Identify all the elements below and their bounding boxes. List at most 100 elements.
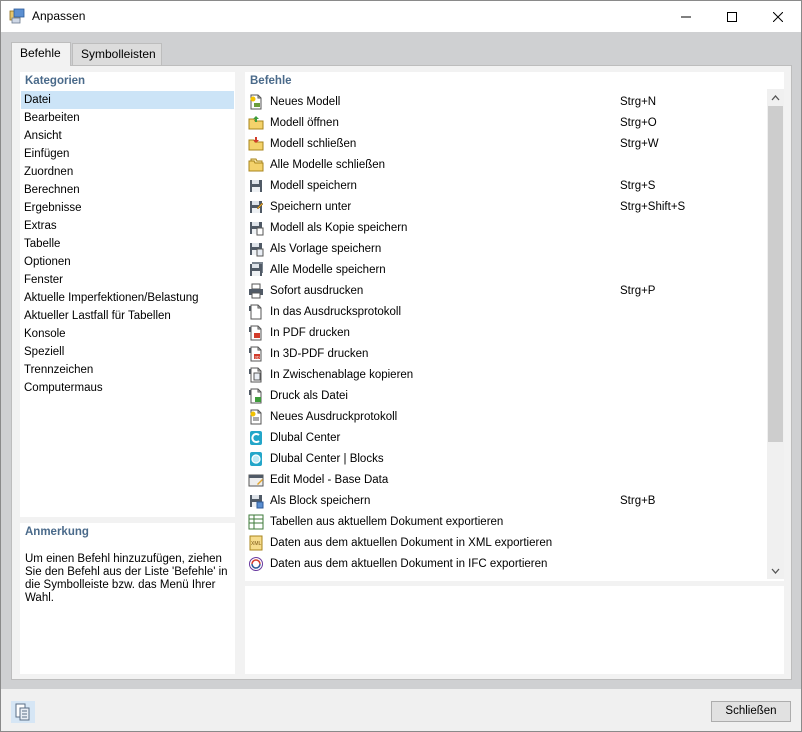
clipboard-copy-icon	[249, 367, 262, 383]
command-shortcut: Strg+S	[620, 180, 656, 192]
category-item[interactable]: Computermaus	[21, 379, 234, 397]
open-model-icon	[248, 116, 264, 130]
command-item[interactable]: Als Block speichern Strg+B	[245, 491, 765, 512]
category-item[interactable]: Konsole	[21, 325, 234, 343]
command-item[interactable]: Neues Ausdruckprotokoll	[245, 407, 765, 428]
svg-text:3D: 3D	[255, 355, 260, 360]
commands-header: Befehle	[250, 75, 292, 87]
command-item[interactable]: Speichern unter Strg+Shift+S	[245, 197, 765, 218]
command-label: Alle Modelle schließen	[270, 159, 386, 171]
category-item[interactable]: Berechnen	[21, 181, 234, 199]
command-label: Edit Model - Base Data	[270, 474, 389, 486]
command-label: Modell als Kopie speichern	[270, 222, 408, 234]
category-item[interactable]: Ergebnisse	[21, 199, 234, 217]
command-item[interactable]: Druck als Datei	[245, 386, 765, 407]
command-item[interactable]: Modell speichern Strg+S	[245, 176, 765, 197]
command-label: In 3D-PDF drucken	[270, 348, 369, 360]
command-item[interactable]: 3D In 3D-PDF drucken	[245, 344, 765, 365]
new-model-icon	[250, 94, 262, 110]
command-item[interactable]: Modell öffnen Strg+O	[245, 113, 765, 134]
category-item[interactable]: Extras	[21, 217, 234, 235]
command-label: Speichern unter	[270, 201, 352, 213]
command-item[interactable]: In Zwischenablage kopieren	[245, 365, 765, 386]
category-item[interactable]: Aktuelle Imperfektionen/Belastung	[21, 289, 234, 307]
scroll-down-button[interactable]	[767, 562, 784, 579]
window-title: Anpassen	[32, 9, 86, 23]
command-label: Modell öffnen	[270, 117, 339, 129]
category-item[interactable]: Einfügen	[21, 145, 234, 163]
save-template-icon	[250, 243, 264, 257]
close-all-models-icon	[248, 158, 264, 172]
category-item[interactable]: Speziell	[21, 343, 234, 361]
category-item[interactable]: Fenster	[21, 271, 234, 289]
print-report-icon	[249, 304, 262, 320]
chevron-down-icon	[771, 568, 780, 574]
chevron-up-icon	[771, 94, 780, 100]
scroll-up-button[interactable]	[767, 89, 784, 106]
maximize-icon	[727, 11, 737, 22]
category-item[interactable]: Aktueller Lastfall für Tabellen	[21, 307, 234, 325]
command-shortcut: Strg+N	[620, 96, 657, 108]
command-item[interactable]: In PDF drucken	[245, 323, 765, 344]
command-item[interactable]: Dlubal Center	[245, 428, 765, 449]
command-label: Druck als Datei	[270, 390, 348, 402]
command-item[interactable]: Tabellen aus aktuellem Dokument exportie…	[245, 512, 765, 533]
settings-table-icon[interactable]	[11, 701, 35, 723]
command-label: Daten aus dem aktuellen Dokument in XML …	[270, 537, 553, 549]
command-shortcut: Strg+O	[620, 117, 657, 129]
close-window-button[interactable]	[755, 1, 801, 32]
category-item[interactable]: Trennzeichen	[21, 361, 234, 379]
export-ifc-icon	[249, 557, 263, 571]
save-model-icon	[250, 180, 262, 192]
command-shortcut: Strg+Shift+S	[620, 201, 686, 213]
category-item[interactable]: Bearbeiten	[21, 109, 234, 127]
save-block-icon	[250, 495, 264, 509]
command-label: Alle Modelle speichern	[270, 264, 386, 276]
dialog-body: Befehle Symbolleisten Kategorien Datei Be…	[1, 32, 801, 689]
close-button[interactable]: Schließen	[711, 701, 791, 722]
customize-dialog: Anpassen Befehle Symbolleisten Kategorie…	[0, 0, 802, 732]
minimize-button[interactable]	[663, 1, 709, 32]
tab-content: Kategorien Datei Bearbeiten Ansicht Einfüge…	[11, 65, 792, 680]
dlubal-center-icon	[250, 431, 262, 445]
command-item[interactable]: Alle Modelle schließen	[245, 155, 765, 176]
scroll-thumb[interactable]	[768, 106, 783, 442]
command-item[interactable]: Modell schließen Strg+W	[245, 134, 765, 155]
customize-app-icon	[9, 8, 25, 24]
command-item[interactable]: Sofort ausdrucken Strg+P	[245, 281, 765, 302]
command-description-panel	[245, 586, 784, 674]
minimize-icon	[681, 16, 691, 17]
command-item[interactable]: Dlubal Center | Blocks	[245, 449, 765, 470]
tab-befehle[interactable]: Befehle	[11, 42, 71, 66]
category-item[interactable]: Ansicht	[21, 127, 234, 145]
command-shortcut: Strg+B	[620, 495, 656, 507]
print-icon	[249, 283, 263, 299]
category-item[interactable]: Zuordnen	[21, 163, 234, 181]
command-item[interactable]: Als Vorlage speichern	[245, 239, 765, 260]
command-item[interactable]: Alle Modelle speichern	[245, 260, 765, 281]
tab-symbolleisten[interactable]: Symbolleisten	[72, 43, 162, 65]
command-item[interactable]: Modell als Kopie speichern	[245, 218, 765, 239]
edit-model-icon	[248, 474, 264, 487]
category-item[interactable]: Tabelle	[21, 235, 234, 253]
export-xml-icon: XML	[249, 535, 263, 551]
command-item[interactable]: Daten aus dem aktuellen Dokument in IFC …	[245, 554, 765, 575]
commands-scrollbar[interactable]	[767, 89, 784, 579]
command-label: Neues Modell	[270, 96, 341, 108]
svg-text:XML: XML	[251, 541, 262, 547]
command-label: Modell speichern	[270, 180, 357, 192]
category-item[interactable]: Datei	[21, 91, 234, 109]
title-bar: Anpassen	[1, 1, 801, 32]
command-item[interactable]: Edit Model - Base Data	[245, 470, 765, 491]
category-item[interactable]: Optionen	[21, 253, 234, 271]
command-label: Dlubal Center | Blocks	[270, 453, 384, 465]
command-label: Als Block speichern	[270, 495, 371, 507]
categories-panel: Kategorien Datei Bearbeiten Ansicht Einfüge…	[20, 72, 235, 517]
command-label: In PDF drucken	[270, 327, 350, 339]
pdf-print-icon	[249, 325, 262, 341]
command-item[interactable]: XML Daten aus dem aktuellen Dokument in X…	[245, 533, 765, 554]
note-panel: Anmerkung Um einen Befehl hinzuzufügen, …	[20, 523, 235, 674]
command-item[interactable]: Neues Modell Strg+N	[245, 92, 765, 113]
maximize-button[interactable]	[709, 1, 755, 32]
command-item[interactable]: In das Ausdrucksprotokoll	[245, 302, 765, 323]
